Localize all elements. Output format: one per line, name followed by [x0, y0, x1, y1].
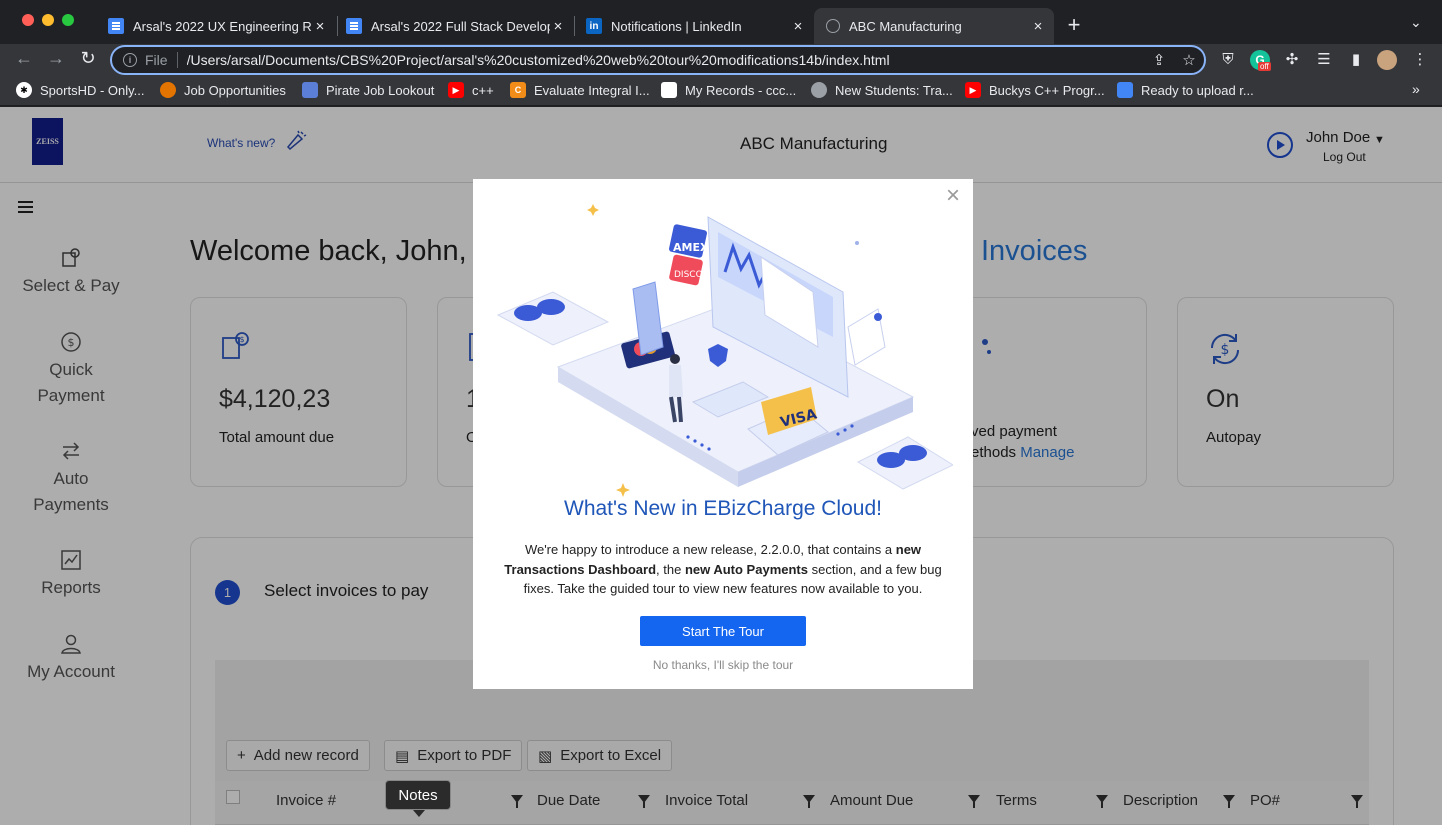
back-arrow-icon[interactable]: ← — [13, 48, 35, 69]
sports-icon: ✱ — [16, 82, 32, 98]
bookmark-label: c++ — [472, 82, 494, 98]
puzzle-icon[interactable]: ✣ — [1282, 50, 1302, 70]
records-icon — [661, 82, 677, 98]
url-divider — [176, 52, 178, 68]
bookmark-item[interactable]: ✱ SportsHD - Only... — [16, 82, 145, 98]
youtube-icon: ▶ — [448, 82, 464, 98]
bookmark-label: New Students: Tra... — [835, 82, 953, 98]
payments-illustration: AMEX DISCO VISA — [496, 204, 953, 497]
discover-card-label: DISCO — [674, 270, 703, 280]
skip-tour-link[interactable]: No thanks, I'll skip the tour — [473, 658, 973, 672]
youtube-icon: ▶ — [965, 82, 981, 98]
bookmarks-bar: ✱ SportsHD - Only... Job Opportunities P… — [0, 76, 1442, 106]
bookmark-item[interactable]: Ready to upload r... — [1117, 82, 1254, 98]
tab-title: Arsal's 2022 Full Stack Develop — [371, 18, 550, 34]
tab-search-icon[interactable]: ⌄ — [1410, 14, 1422, 31]
modal-title: What's New in EBizCharge Cloud! — [564, 497, 882, 520]
job-icon — [160, 82, 176, 98]
tooltip-text: Notes — [398, 786, 438, 804]
profile-avatar[interactable] — [1377, 50, 1397, 70]
tab-full-stack[interactable]: Arsal's 2022 Full Stack Develop × — [334, 8, 574, 44]
maximize-window-button[interactable] — [62, 14, 74, 26]
bookmark-item[interactable]: ▶ Buckys C++ Progr... — [965, 82, 1105, 98]
tab-close-icon[interactable]: × — [1030, 18, 1046, 35]
bookmark-label: Pirate Job Lookout — [326, 82, 435, 98]
notes-tooltip: Notes — [385, 780, 451, 817]
bookmark-item[interactable]: Pirate Job Lookout — [302, 82, 434, 98]
side-panel-icon[interactable]: ▮ — [1346, 50, 1366, 70]
modal-body-text: We're happy to introduce a new release, … — [524, 542, 896, 557]
modal-body-text: , the — [656, 561, 685, 577]
bookmark-item[interactable]: New Students: Tra... — [811, 82, 953, 98]
bookmark-label: Ready to upload r... — [1141, 82, 1254, 98]
bookmark-label: Buckys C++ Progr... — [989, 82, 1105, 98]
kebab-menu-icon[interactable]: ⋮ — [1410, 50, 1430, 70]
bookmark-label: Evaluate Integral I... — [534, 82, 650, 98]
bookmark-item[interactable]: ▶ c++ — [448, 82, 494, 98]
tab-abc-manufacturing[interactable]: ABC Manufacturing × — [814, 8, 1054, 44]
linkedin-icon: in — [586, 18, 602, 34]
reading-list-icon[interactable]: ☰ — [1314, 50, 1334, 70]
forward-arrow-icon[interactable]: → — [45, 48, 67, 69]
school-icon — [811, 82, 827, 98]
reload-icon[interactable]: ↻ — [77, 48, 99, 69]
info-icon[interactable]: i — [123, 53, 137, 67]
bookmark-item[interactable]: Job Opportunities — [160, 82, 286, 98]
grammarly-off-badge: off — [1258, 62, 1271, 71]
tab-close-icon[interactable]: × — [790, 18, 806, 35]
bookmark-label: My Records - ccc... — [685, 82, 797, 98]
bookmark-item[interactable]: C Evaluate Integral I... — [510, 82, 650, 98]
tab-close-icon[interactable]: × — [550, 18, 566, 35]
browser-tabstrip: Arsal's 2022 UX Engineering R × Arsal's … — [0, 0, 1442, 44]
start-tour-button[interactable]: Start The Tour — [640, 616, 806, 646]
google-docs-icon — [346, 18, 362, 34]
amex-card-label: AMEX — [673, 241, 709, 254]
browser-toolbar: ← → ↻ i File /Users/arsal/Documents/CBS%… — [0, 44, 1442, 76]
tab-title: Arsal's 2022 UX Engineering R — [133, 18, 312, 34]
minimize-window-button[interactable] — [42, 14, 54, 26]
bookmark-label: Job Opportunities — [184, 82, 286, 98]
tab-title: ABC Manufacturing — [849, 18, 962, 34]
google-docs-icon — [108, 18, 124, 34]
bookmark-label: SportsHD - Only... — [40, 82, 145, 98]
tab-linkedin[interactable]: in Notifications | LinkedIn × — [574, 8, 814, 44]
google-docs-icon — [1117, 82, 1133, 98]
globe-icon — [826, 19, 840, 33]
url-scheme: File — [145, 52, 168, 68]
web-page: ZEISS What's new? ABC Manufacturing John… — [0, 107, 1442, 825]
tab-ux-engineering[interactable]: Arsal's 2022 UX Engineering R × — [96, 8, 336, 44]
new-tab-button[interactable]: + — [1064, 12, 1084, 38]
share-icon[interactable]: ⇪ — [1144, 51, 1174, 69]
tab-close-icon[interactable]: × — [312, 18, 328, 35]
modal-body-emphasis: new Auto Payments — [684, 561, 808, 577]
url-text[interactable]: /Users/arsal/Documents/CBS%20Project/ars… — [187, 52, 1144, 68]
shield-icon[interactable]: ⛨ — [1218, 50, 1238, 70]
address-bar[interactable]: i File /Users/arsal/Documents/CBS%20Proj… — [110, 45, 1206, 75]
bookmark-item[interactable]: My Records - ccc... — [661, 82, 796, 98]
tab-title: Notifications | LinkedIn — [611, 18, 742, 34]
whats-new-modal: × AMEX DISCO VISA What's New in EBizChar… — [473, 179, 973, 689]
close-window-button[interactable] — [22, 14, 34, 26]
pirate-icon — [302, 82, 318, 98]
calc-icon: C — [510, 82, 526, 98]
bookmarks-overflow-icon[interactable]: » — [1412, 81, 1420, 97]
modal-body: We're happy to introduce a new release, … — [499, 540, 947, 599]
star-icon[interactable]: ☆ — [1174, 51, 1204, 69]
